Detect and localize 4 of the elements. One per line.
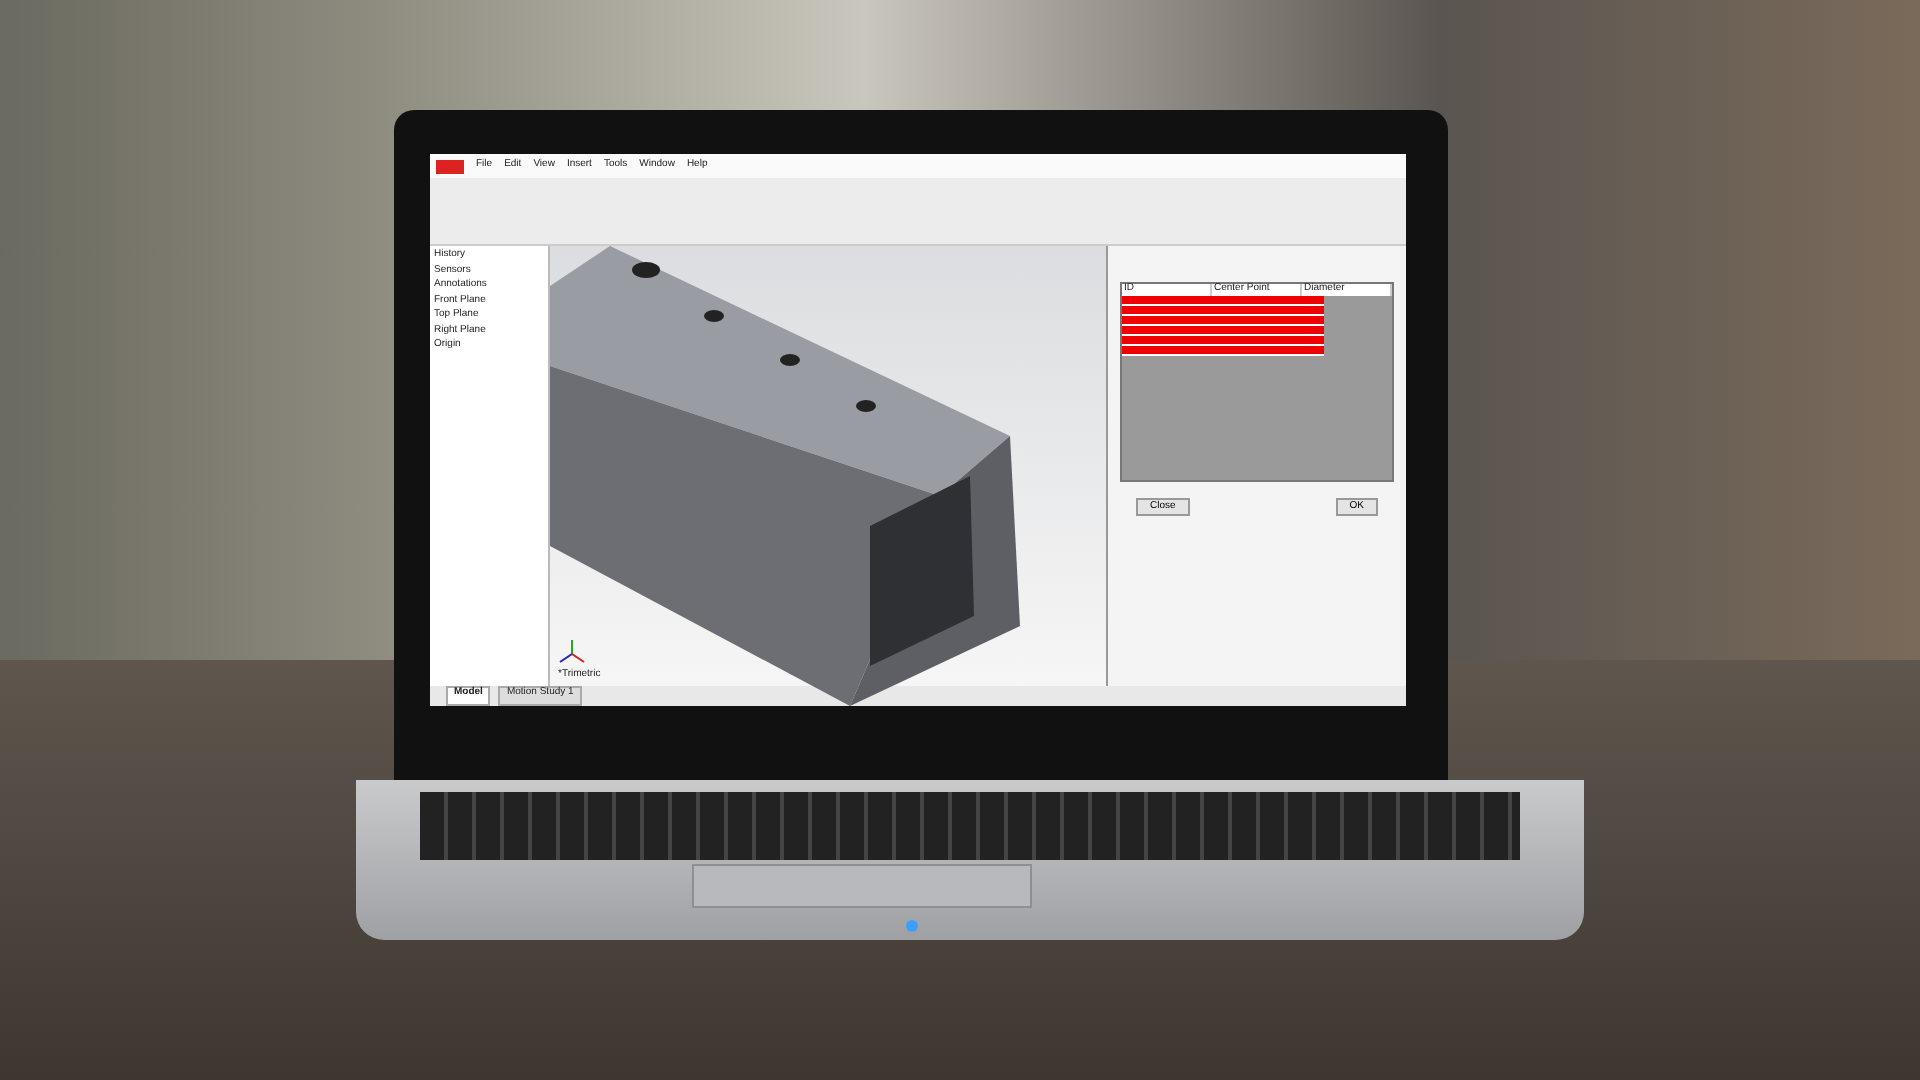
logo-icon	[436, 159, 464, 173]
axis-triad-icon	[558, 638, 586, 666]
power-light	[906, 920, 918, 932]
trackpad[interactable]	[692, 864, 1032, 908]
